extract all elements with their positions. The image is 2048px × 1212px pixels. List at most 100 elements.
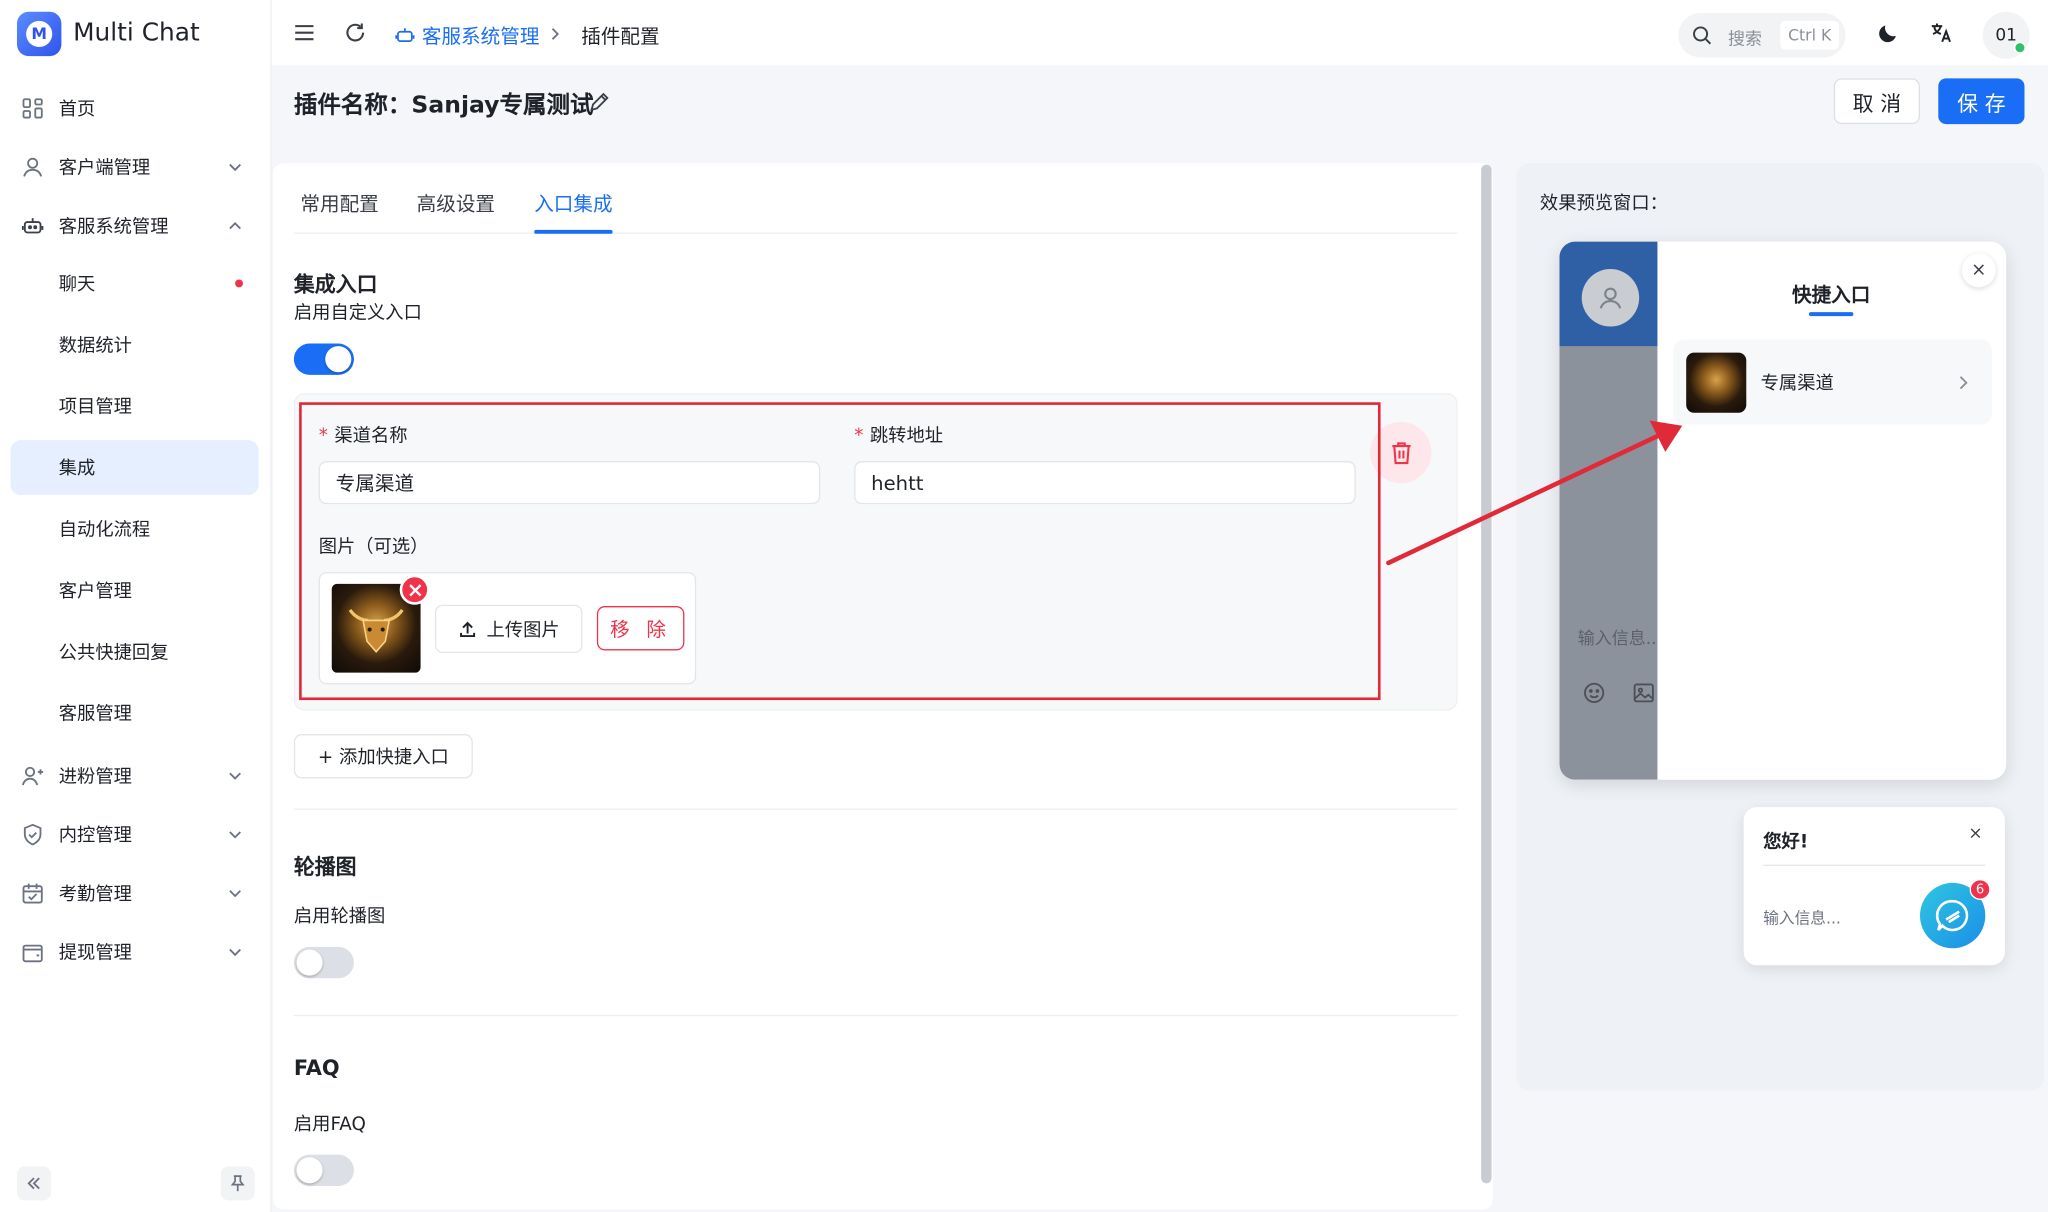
sidebar-item-customers[interactable]: 客户管理 [10, 563, 258, 618]
sidebar-item-label: 客户管理 [58, 581, 132, 603]
sidebar-item-agents[interactable]: 客服管理 [10, 686, 258, 741]
app-logo: M [16, 11, 62, 57]
sidebar-item-chat[interactable]: 聊天 [10, 256, 258, 311]
enable-custom-entry-label: 启用自定义入口 [293, 303, 422, 324]
close-quick-entry-button[interactable]: × [1961, 253, 1996, 288]
scrollbar[interactable] [1481, 164, 1492, 1184]
avatar-text: 01 [1995, 25, 2017, 46]
sidebar-item-label: 提现管理 [58, 943, 132, 964]
sidebar-item-stats[interactable]: 数据统计 [10, 317, 258, 372]
sidebar-item-label: 客服系统管理 [58, 216, 169, 238]
grid-icon [22, 98, 43, 119]
tab-advanced-settings[interactable]: 高级设置 [417, 189, 495, 216]
unread-badge: 6 [1969, 879, 1991, 900]
active-tab-indicator [534, 229, 613, 234]
section-divider [293, 808, 1458, 810]
custom-entry-toggle[interactable] [293, 343, 354, 375]
refresh-icon[interactable] [344, 21, 368, 45]
app-name: Multi Chat [73, 18, 200, 48]
translate-icon[interactable] [1929, 21, 1953, 45]
quick-entry-title: 快捷入口 [1791, 283, 1871, 307]
sidebar-item-cs-system[interactable]: 客服系统管理 [10, 199, 258, 254]
preview-chat-input-placeholder: 输入信息... [1763, 909, 1841, 928]
close-chat-bubble-button[interactable]: × [1968, 824, 1982, 844]
toggle-knob [296, 1157, 323, 1184]
chevron-down-icon [229, 890, 241, 898]
quick-entry-item-label: 专属渠道 [1760, 373, 1834, 395]
search-icon [1693, 26, 1712, 45]
carousel-toggle[interactable] [293, 946, 354, 979]
online-status-dot [2014, 41, 2026, 54]
sidebar-item-label: 客服管理 [58, 703, 132, 725]
faq-toggle[interactable] [293, 1154, 354, 1186]
sidebar-item-label: 自动化流程 [58, 519, 151, 541]
preview-avatar [1581, 269, 1640, 327]
tab-common-config[interactable]: 常用配置 [300, 189, 378, 216]
chevron-down-icon [229, 948, 241, 957]
search-box[interactable]: 搜索 Ctrl K [1678, 13, 1846, 58]
emoji-icon [1584, 682, 1605, 703]
collapse-sidebar-button[interactable] [16, 1166, 51, 1201]
double-chevron-left-icon [27, 1177, 40, 1190]
sidebar-item-label: 项目管理 [58, 397, 132, 418]
chat-divider [1763, 864, 1986, 866]
user-plus-icon [21, 766, 44, 786]
enable-faq-label: 启用FAQ [293, 1114, 366, 1136]
tab-entry-integration[interactable]: 入口集成 [534, 189, 612, 216]
pin-icon [230, 1175, 245, 1192]
chevron-down-icon [229, 772, 241, 780]
section-title-faq: FAQ [293, 1055, 340, 1081]
wallet-icon [22, 944, 43, 963]
section-title-integration: 集成入口 [293, 271, 378, 297]
sidebar-item-control[interactable]: 内控管理 [10, 807, 258, 862]
sidebar-item-label: 客户端管理 [58, 158, 151, 179]
sidebar-item-attendance[interactable]: 考勤管理 [10, 866, 258, 921]
section-divider [293, 1014, 1458, 1017]
toggle-knob [296, 949, 323, 976]
chevron-up-icon [229, 222, 241, 230]
logo-letter: M [26, 20, 53, 48]
robot-icon [395, 28, 415, 42]
preview-label: 效果预览窗口： [1539, 193, 1668, 215]
sidebar-item-quick-replies[interactable]: 公共快捷回复 [10, 624, 258, 679]
quick-entry-item[interactable]: 专属渠道 [1673, 339, 1992, 425]
highlight-annotation-box [299, 402, 1381, 701]
quick-entry-panel [1657, 241, 2007, 780]
sidebar-item-fans[interactable]: 进粉管理 [10, 748, 258, 803]
menu-icon[interactable] [293, 21, 317, 45]
sidebar-item-integration[interactable]: 集成 [10, 440, 259, 496]
sidebar-item-projects[interactable]: 项目管理 [10, 379, 258, 434]
preview-greeting: 您好! [1763, 831, 1809, 853]
chat-icon [1935, 899, 1969, 932]
quick-entry-thumbnail [1686, 352, 1747, 413]
save-button[interactable]: 保 存 [1938, 78, 2025, 125]
sidebar-item-label: 公共快捷回复 [58, 642, 169, 664]
breadcrumb-cs-system[interactable]: 客服系统管理 [422, 22, 540, 49]
sidebar-item-label: 内控管理 [58, 825, 132, 847]
cancel-button[interactable]: 取 消 [1833, 78, 1920, 125]
add-quick-entry-button[interactable]: + 添加快捷入口 [293, 734, 473, 779]
sidebar: M Multi Chat 首页 客户端管理 客服系统管理 聊天 数据统计 项目管… [0, 0, 272, 1212]
sidebar-item-client[interactable]: 客户端管理 [10, 140, 258, 195]
user-icon [1599, 287, 1622, 309]
moon-icon[interactable] [1877, 21, 1901, 45]
calendar-icon [22, 883, 43, 904]
chevron-right-icon [1959, 376, 1968, 390]
sidebar-item-label: 集成 [58, 458, 96, 480]
edit-icon[interactable] [589, 91, 610, 112]
robot-icon [21, 218, 44, 234]
sidebar-item-withdraw[interactable]: 提现管理 [10, 925, 258, 980]
breadcrumb-separator-icon [551, 28, 560, 40]
preview-input-placeholder: 输入信息... [1577, 629, 1658, 650]
sidebar-item-automation[interactable]: 自动化流程 [10, 502, 258, 557]
pin-sidebar-button[interactable] [220, 1166, 255, 1201]
sidebar-item-label: 考勤管理 [58, 884, 132, 906]
sidebar-item-label: 聊天 [58, 274, 96, 296]
annotation-arrow-icon [1386, 420, 1683, 566]
search-shortcut: Ctrl K [1780, 20, 1840, 50]
sidebar-item-home[interactable]: 首页 [10, 81, 258, 136]
section-title-carousel: 轮播图 [293, 854, 357, 880]
sidebar-item-label: 数据统计 [58, 335, 132, 357]
sidebar-item-label: 首页 [58, 99, 96, 121]
image-icon [1633, 683, 1654, 703]
